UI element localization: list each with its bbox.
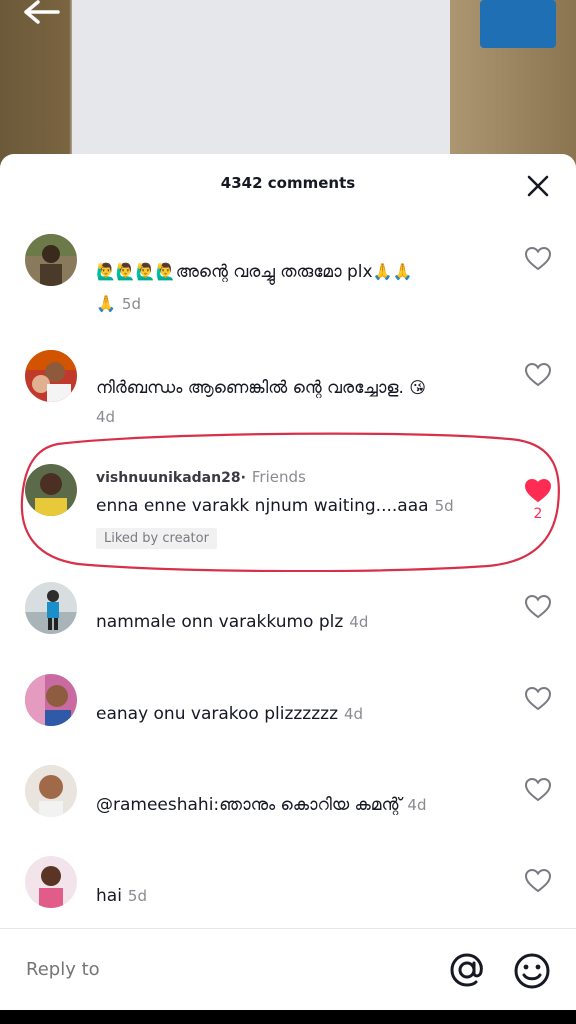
comments-sheet: 4342 comments 🙋‍♂️🙋‍♂️🙋‍♂️🙋‍♂️അന്റെ വരച്… xyxy=(0,154,576,1010)
comment-text: നിർബന്ധം ആണെങ്കിൽ ന്റെ വരച്ചോള. 😘 4d xyxy=(96,372,486,430)
mention-at-icon[interactable] xyxy=(448,951,486,989)
emoji-smile-icon[interactable] xyxy=(512,951,552,991)
comment-time: 5d xyxy=(121,295,141,313)
comment-text: enna enne varakk njnum waiting....aaa 5d xyxy=(96,490,486,522)
comment-item: eanay onu varakoo plizzzzzz 4d xyxy=(0,674,576,754)
heart-icon[interactable] xyxy=(524,868,552,894)
video-background xyxy=(0,0,576,175)
friends-tag: Friends xyxy=(251,468,306,486)
heart-icon[interactable] xyxy=(524,594,552,620)
comment-text: eanay onu varakoo plizzzzzz 4d xyxy=(96,698,486,730)
people-emoji: 🙋‍♂️🙋‍♂️🙋‍♂️🙋‍♂️ xyxy=(96,262,176,281)
heart-icon[interactable] xyxy=(524,686,552,712)
system-nav-bar xyxy=(0,1010,576,1024)
heart-icon[interactable] xyxy=(524,362,552,388)
comment-count-title: 4342 comments xyxy=(220,174,356,192)
close-icon[interactable] xyxy=(524,172,552,200)
avatar[interactable] xyxy=(25,464,77,516)
comment-body: hai xyxy=(96,886,122,906)
avatar[interactable] xyxy=(25,674,77,726)
liked-by-creator-badge: Liked by creator xyxy=(96,528,217,549)
reply-input[interactable] xyxy=(26,959,326,980)
like-count: 2 xyxy=(533,506,543,522)
comment-text: @rameeshahi:ഞാനും കൊറിയ കമന്റ് 4d xyxy=(96,789,486,821)
comment-item-highlighted: vishnuunikadan28· Friends enna enne varak… xyxy=(0,464,576,564)
reply-bar xyxy=(0,928,576,1011)
comment-item: hai 5d xyxy=(0,856,576,936)
avatar[interactable] xyxy=(25,856,77,908)
comment-time: 4d xyxy=(349,613,369,631)
comment-body: eanay onu varakoo plizzzzzz xyxy=(96,704,338,724)
back-arrow-icon[interactable] xyxy=(22,0,64,30)
comment-time: 4d xyxy=(96,408,116,426)
comment-time: 4d xyxy=(344,705,364,723)
comment-time: 5d xyxy=(434,497,454,515)
comment-body: നിർബന്ധം ആണെങ്കിൽ ന്റെ വരച്ചോള. xyxy=(96,378,404,398)
comment-item: നിർബന്ധം ആണെങ്കിൽ ന്റെ വരച്ചോള. 😘 4d xyxy=(0,350,576,440)
avatar[interactable] xyxy=(25,234,77,286)
avatar[interactable] xyxy=(25,765,77,817)
comment-body: nammale onn varakkumo plz xyxy=(96,612,344,632)
folded-hands-emoji: 🙏🙏 xyxy=(372,262,413,281)
comment-body: അന്റെ വരച്ചു തരുമോ plx xyxy=(175,262,373,282)
avatar[interactable] xyxy=(25,582,77,634)
comment-item: nammale onn varakkumo plz 4d xyxy=(0,582,576,662)
paper-sheet-image xyxy=(72,0,450,175)
comments-header: 4342 comments xyxy=(0,154,576,212)
blue-object-image xyxy=(480,0,556,48)
comment-text: nammale onn varakkumo plz 4d xyxy=(96,606,486,638)
kiss-face-emoji: 😘 xyxy=(409,378,426,397)
comment-body: enna enne varakk njnum waiting....aaa xyxy=(96,496,429,516)
comment-body: @rameeshahi:ഞാനും കൊറിയ കമന്റ് xyxy=(96,795,402,815)
heart-icon[interactable] xyxy=(524,777,552,803)
comment-text: 🙋‍♂️🙋‍♂️🙋‍♂️🙋‍♂️അന്റെ വരച്ചു തരുമോ plx🙏🙏… xyxy=(96,256,486,320)
comment-time: 5d xyxy=(127,887,147,905)
comment-item: 🙋‍♂️🙋‍♂️🙋‍♂️🙋‍♂️അന്റെ വരച്ചു തരുമോ plx🙏🙏… xyxy=(0,234,576,324)
heart-filled-icon[interactable] xyxy=(524,478,552,504)
folded-hands-emoji: 🙏 xyxy=(96,294,116,313)
comment-text: hai 5d xyxy=(96,880,486,912)
comment-username[interactable]: vishnuunikadan28· Friends xyxy=(96,468,306,486)
avatar[interactable] xyxy=(25,350,77,402)
comment-item: @rameeshahi:ഞാനും കൊറിയ കമന്റ് 4d xyxy=(0,765,576,845)
comment-time: 4d xyxy=(407,796,427,814)
heart-icon[interactable] xyxy=(524,246,552,272)
